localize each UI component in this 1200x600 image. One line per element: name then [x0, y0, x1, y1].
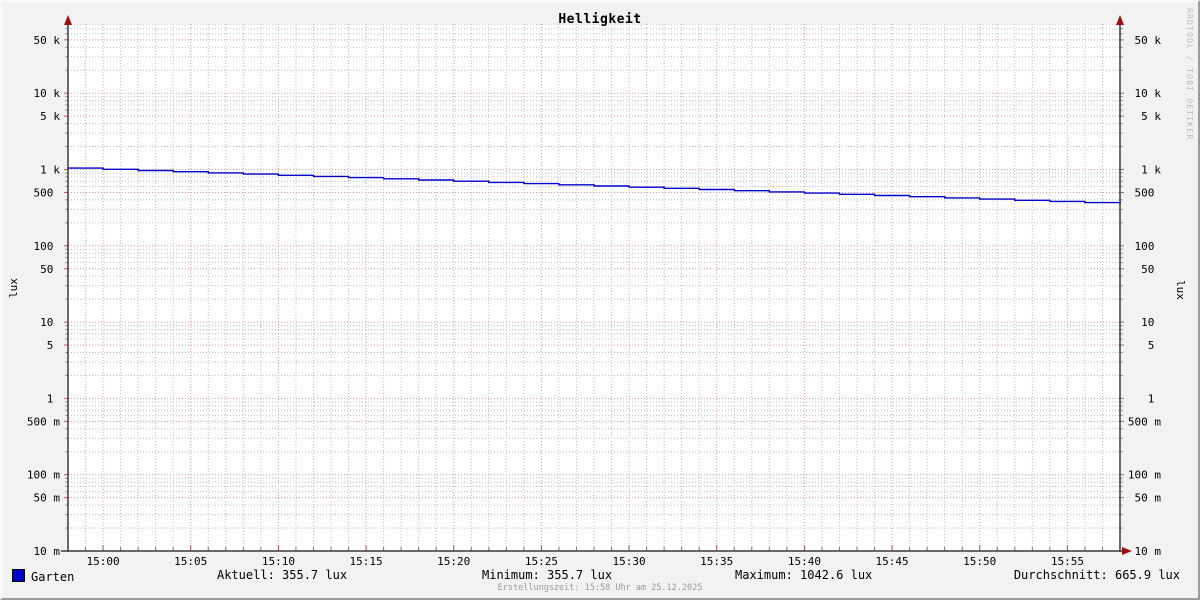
y-tick-label-right: 500 m [1128, 415, 1161, 428]
series-label: Garten [31, 570, 75, 584]
legend-series-entry: Garten [12, 569, 75, 584]
y-tick-label-right: 10 m [1135, 545, 1162, 558]
x-tick-label: 15:45 [876, 555, 909, 568]
x-tick-label: 15:30 [613, 555, 646, 568]
y-tick-label-left: 10 [40, 316, 60, 329]
legend: Garten Aktuell: 355.7 lux Minimum: 355.7… [2, 568, 1198, 584]
creation-timestamp: Erstellungszeit: 15:58 Uhr am 25.12.2025 [497, 583, 703, 593]
y-tick-label-right: 10 k [1135, 87, 1162, 100]
watermark: RRDTOOL / TOBI OETIKER [1185, 8, 1194, 141]
x-tick-label: 15:05 [174, 555, 207, 568]
y-tick-label-right: 100 [1135, 240, 1162, 253]
y-tick-label-left: 500 m [27, 415, 60, 428]
y-tick-label-right: 10 [1141, 316, 1161, 329]
y-tick-label-right: 1 [1148, 392, 1161, 405]
rrd-graph-helligkeit: 50 k 50 k 10 k 10 k 5 k 5 k 1 k 1 k 500 500 100 … [0, 0, 1200, 600]
y-tick-label-left: 500 [34, 186, 61, 199]
y-tick-label-left: 100 m [27, 469, 60, 482]
y-tick-label-left: 10 k [34, 87, 61, 100]
y-tick-label-right: 5 [1148, 339, 1161, 352]
x-axis-arrow-icon [1122, 547, 1132, 555]
stat-durchschnitt: Durchschnitt: 665.9 lux [1013, 568, 1180, 582]
chart-title: Helligkeit [558, 12, 642, 27]
x-tick-label: 15:55 [1051, 555, 1084, 568]
y-tick-label-left: 5 k [40, 110, 60, 123]
x-tick-label: 15:00 [87, 555, 120, 568]
y-tick-label-left: 100 [34, 240, 61, 253]
y-tick-label-left: 1 k [40, 164, 60, 177]
stat-minimum: Minimum: 355.7 lux [482, 568, 613, 582]
stat-aktuell: Aktuell: 355.7 lux [217, 568, 348, 582]
y-tick-label-right: 100 m [1128, 469, 1161, 482]
y-tick-label-left: 10 m [34, 545, 61, 558]
y-tick-label-right: 50 m [1135, 492, 1162, 505]
x-tick-label: 15:50 [963, 555, 996, 568]
y-tick-label-right: 1 k [1141, 164, 1161, 177]
y-axis-label-right: lux [1174, 280, 1187, 300]
series-color-swatch [12, 569, 25, 582]
y-tick-label-right: 50 [1141, 263, 1161, 276]
x-tick-label: 15:10 [262, 555, 295, 568]
x-tick-label: 15:25 [525, 555, 558, 568]
y-tick-label-right: 50 k [1135, 34, 1162, 47]
y-tick-label-left: 50 m [34, 492, 61, 505]
stat-maximum: Maximum: 1042.6 lux [735, 568, 873, 582]
y-tick-label-right: 500 [1135, 186, 1162, 199]
x-tick-label: 15:35 [700, 555, 733, 568]
y-tick-label-left: 50 k [34, 34, 61, 47]
plot-area: 50 k 50 k 10 k 10 k 5 k 5 k 1 k 1 k 500 500 100 … [27, 15, 1162, 568]
y-tick-label-left: 50 [40, 263, 60, 276]
y-tick-label-left: 5 [47, 339, 60, 352]
y-tick-label-right: 5 k [1141, 110, 1161, 123]
x-tick-label: 15:20 [437, 555, 470, 568]
y-axis-label-left: lux [7, 278, 20, 298]
x-tick-label: 15:15 [350, 555, 383, 568]
y-tick-label-left: 1 [47, 392, 60, 405]
x-tick-label: 15:40 [788, 555, 821, 568]
